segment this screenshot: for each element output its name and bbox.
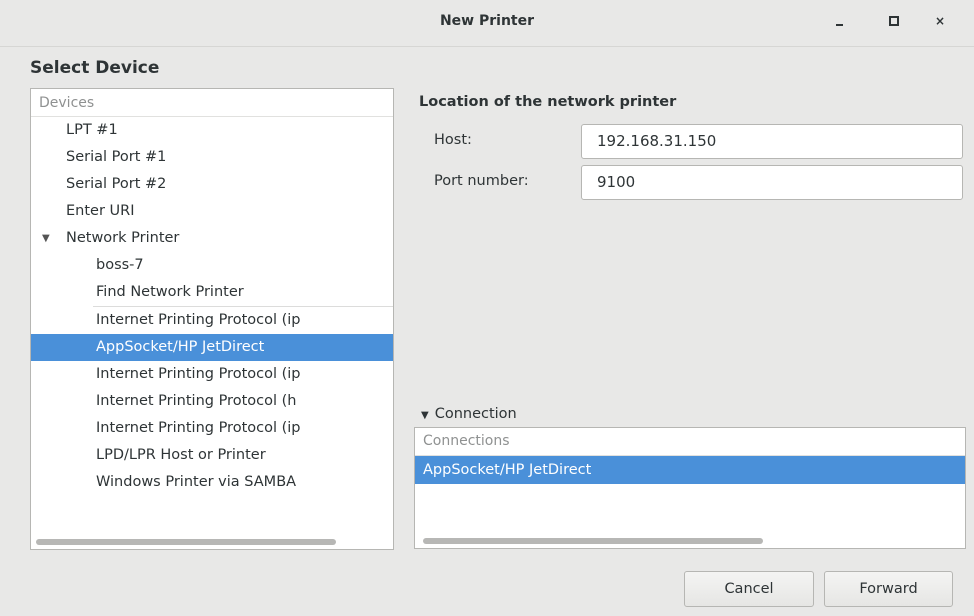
port-label: Port number: xyxy=(434,173,529,189)
device-item-label: Windows Printer via SAMBA xyxy=(96,474,297,490)
expander-down-icon[interactable]: ▼ xyxy=(42,225,50,252)
device-item[interactable]: Internet Printing Protocol (ip xyxy=(31,415,393,442)
host-input[interactable]: 192.168.31.150 xyxy=(581,124,963,159)
device-item-label: LPT #1 xyxy=(66,122,118,138)
device-item-label: AppSocket/HP JetDirect xyxy=(96,339,265,355)
device-item[interactable]: ▼ Network Printer xyxy=(31,225,393,252)
device-item-label: LPD/LPR Host or Printer xyxy=(96,447,266,463)
device-item-label: Serial Port #2 xyxy=(66,176,167,192)
device-item[interactable]: Internet Printing Protocol (ip xyxy=(31,361,393,388)
device-item[interactable]: Enter URI xyxy=(31,198,393,225)
device-item[interactable]: Serial Port #2 xyxy=(31,171,393,198)
location-title: Location of the network printer xyxy=(419,94,677,110)
device-item[interactable]: Internet Printing Protocol (ip xyxy=(31,307,393,334)
device-item-label: Enter URI xyxy=(66,203,135,219)
connections-list[interactable]: Connections AppSocket/HP JetDirect xyxy=(414,427,966,549)
devices-header[interactable]: Devices xyxy=(31,89,393,117)
device-item[interactable]: LPT #1 xyxy=(31,117,393,144)
device-item[interactable]: Serial Port #1 xyxy=(31,144,393,171)
device-item[interactable]: LPD/LPR Host or Printer xyxy=(31,442,393,469)
device-item[interactable]: Windows Printer via SAMBA xyxy=(31,469,393,496)
port-input[interactable]: 9100 xyxy=(581,165,963,200)
minimize-icon[interactable] xyxy=(828,10,850,32)
device-item[interactable]: Find Network Printer xyxy=(31,279,393,306)
connection-expander-label: Connection xyxy=(434,406,517,422)
device-item-label: Internet Printing Protocol (ip xyxy=(96,366,301,382)
device-item-label: boss-7 xyxy=(96,257,144,273)
title-bar[interactable]: New Printer × xyxy=(0,0,974,47)
expander-down-icon: ▼ xyxy=(421,410,429,421)
device-item[interactable]: Internet Printing Protocol (h xyxy=(31,388,393,415)
devices-horizontal-scrollbar[interactable] xyxy=(36,539,336,545)
close-icon[interactable]: × xyxy=(929,10,951,32)
cancel-button[interactable]: Cancel xyxy=(684,571,814,607)
device-item[interactable]: boss-7 xyxy=(31,252,393,279)
forward-button[interactable]: Forward xyxy=(824,571,953,607)
device-item-label: Network Printer xyxy=(66,230,180,246)
device-items: LPT #1 Serial Port #1 Serial Port #2 Enter … xyxy=(31,117,393,496)
page-title: Select Device xyxy=(30,58,160,78)
device-item[interactable]: AppSocket/HP JetDirect xyxy=(31,334,393,361)
connection-item[interactable]: AppSocket/HP JetDirect xyxy=(415,456,965,484)
device-item-label: Internet Printing Protocol (ip xyxy=(96,420,301,436)
device-item-label: Internet Printing Protocol (h xyxy=(96,393,297,409)
host-label: Host: xyxy=(434,132,472,148)
devices-list[interactable]: Devices LPT #1 Serial Port #1 Serial Port … xyxy=(30,88,394,550)
maximize-icon[interactable] xyxy=(883,10,905,32)
device-item-label: Serial Port #1 xyxy=(66,149,167,165)
connection-expander[interactable]: ▼ Connection xyxy=(421,406,517,422)
device-item-label: Internet Printing Protocol (ip xyxy=(96,312,301,328)
new-printer-dialog: New Printer × Select Device Devices LPT … xyxy=(0,0,974,616)
device-item-label: Find Network Printer xyxy=(96,284,244,300)
connections-horizontal-scrollbar[interactable] xyxy=(423,538,763,544)
connections-header[interactable]: Connections xyxy=(415,428,965,456)
